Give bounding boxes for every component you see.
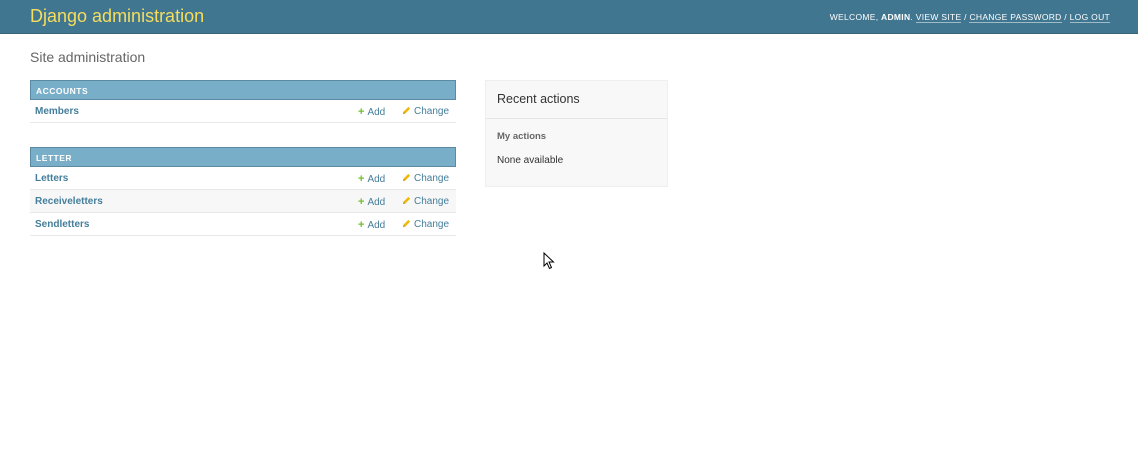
plus-icon: + [358,106,365,118]
model-row-letters: Letters + Add Change [30,167,456,190]
welcome-text: WELCOME, [829,12,879,22]
plus-icon: + [358,219,365,231]
change-button[interactable]: Change [402,106,449,117]
divider [486,118,667,119]
log-out-link[interactable]: LOG OUT [1069,12,1110,23]
module-caption-accounts[interactable]: ACCOUNTS [30,80,456,100]
model-link-letters[interactable]: Letters [35,173,68,184]
add-button[interactable]: + Add [358,196,385,208]
module-letter: LETTER Letters + Add Change Receiveletter… [30,147,456,236]
change-label: Change [414,106,450,117]
separator: / [964,12,967,22]
model-link-members[interactable]: Members [35,106,79,117]
pencil-icon [402,196,411,205]
change-button[interactable]: Change [402,173,449,184]
plus-icon: + [358,196,365,208]
model-link-sendletters[interactable]: Sendletters [35,219,89,230]
user-tools: WELCOME, ADMIN. VIEW SITE / CHANGE PASSW… [829,12,1110,23]
change-label: Change [414,196,450,207]
change-button[interactable]: Change [402,219,449,230]
change-label: Change [414,219,450,230]
add-button[interactable]: + Add [358,173,385,185]
separator: / [1064,12,1067,22]
add-label: Add [367,197,386,208]
username: ADMIN [881,12,911,22]
pencil-icon [402,219,411,228]
add-button[interactable]: + Add [358,219,385,231]
model-row-sendletters: Sendletters + Add Change [30,213,456,236]
recent-actions-panel: Recent actions My actions None available [485,80,668,187]
module-accounts: ACCOUNTS Members + Add Change [30,80,456,123]
add-label: Add [367,174,386,185]
site-branding[interactable]: Django administration [30,6,204,27]
pencil-icon [402,173,411,182]
change-label: Change [414,173,450,184]
recent-actions-title: Recent actions [497,92,580,106]
header: Django administration WELCOME, ADMIN. VI… [0,0,1138,34]
model-row-receiveletters: Receiveletters + Add Change [30,190,456,213]
mouse-cursor-icon [543,252,555,270]
model-link-receiveletters[interactable]: Receiveletters [35,196,103,207]
change-password-link[interactable]: CHANGE PASSWORD [969,12,1062,23]
add-button[interactable]: + Add [358,106,385,118]
page-title: Site administration [30,49,146,65]
view-site-link[interactable]: VIEW SITE [915,12,962,23]
module-caption-letter[interactable]: LETTER [30,147,456,167]
pencil-icon [402,106,411,115]
add-label: Add [367,107,386,118]
my-actions-heading: My actions [497,131,547,142]
model-row-members: Members + Add Change [30,100,456,123]
add-label: Add [367,220,386,231]
change-button[interactable]: Change [402,196,449,207]
empty-actions-text: None available [497,155,564,166]
plus-icon: + [358,173,365,185]
